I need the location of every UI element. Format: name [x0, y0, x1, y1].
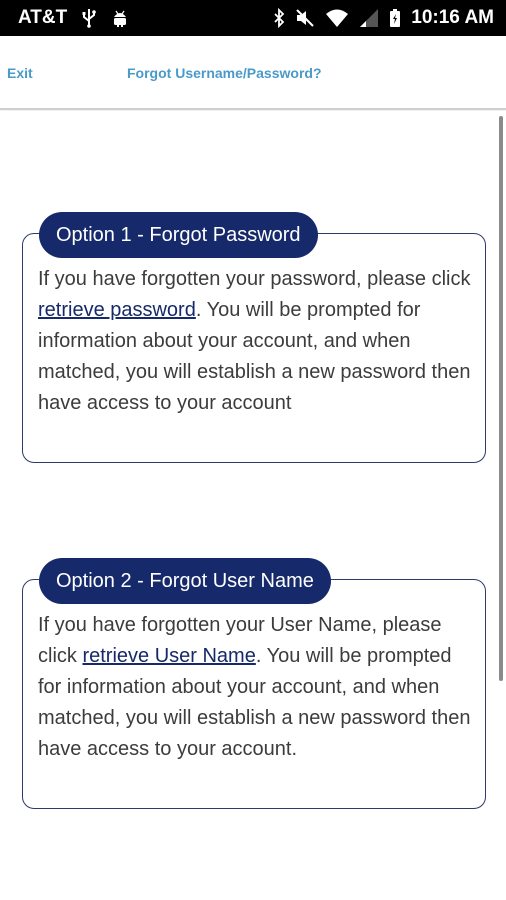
status-bar: AT&T 10:16 AM — [0, 0, 506, 36]
exit-button[interactable]: Exit — [7, 65, 33, 81]
option-description: If you have forgotten your User Name, pl… — [38, 610, 475, 765]
retrieve-username-link[interactable]: retrieve User Name — [82, 645, 255, 667]
android-icon — [111, 8, 129, 28]
scrollbar[interactable] — [499, 116, 503, 681]
option-description: If you have forgotten your password, ple… — [38, 264, 475, 419]
page-title: Forgot Username/Password? — [127, 65, 322, 81]
carrier-label: AT&T — [18, 7, 68, 28]
battery-icon — [389, 8, 401, 28]
usb-icon — [81, 8, 97, 28]
page: AT&T 10:16 AM Exit Forgot Username/Passw… — [0, 0, 506, 900]
retrieve-password-link[interactable]: retrieve password — [38, 299, 196, 321]
option-title: Option 1 - Forgot Password — [39, 212, 318, 258]
wifi-icon — [325, 8, 349, 28]
description-text: If you have forgotten your password, ple… — [38, 268, 471, 290]
signal-icon — [359, 8, 379, 28]
app-header: Exit Forgot Username/Password? — [0, 36, 506, 110]
content-area[interactable]: Option 1 - Forgot Password If you have f… — [0, 111, 506, 900]
bluetooth-icon — [273, 8, 285, 28]
status-left: AT&T — [18, 7, 129, 29]
mute-icon — [295, 8, 315, 28]
option-title: Option 2 - Forgot User Name — [39, 558, 331, 604]
option-card-forgot-password: Option 1 - Forgot Password If you have f… — [22, 212, 486, 463]
status-right: 10:16 AM — [273, 7, 494, 29]
option-card-forgot-username: Option 2 - Forgot User Name If you have … — [22, 558, 486, 809]
clock: 10:16 AM — [411, 7, 494, 28]
